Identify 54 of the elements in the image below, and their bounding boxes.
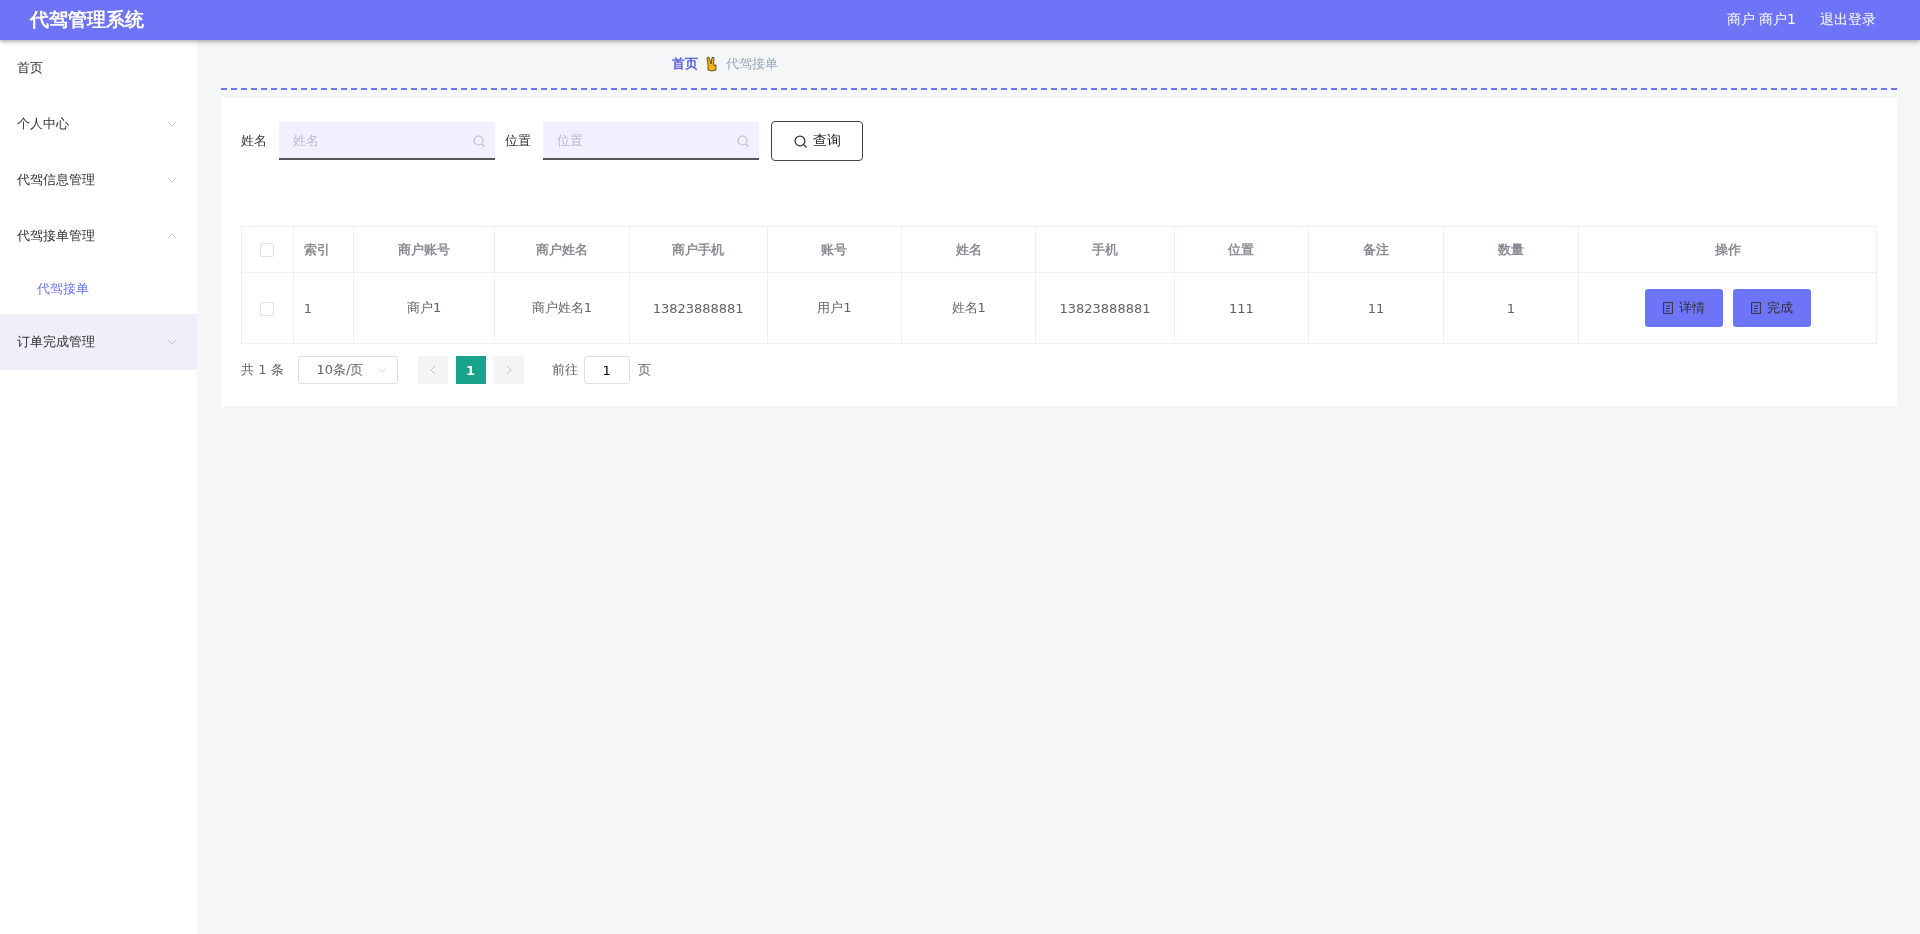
table-cell: 用户1 xyxy=(767,272,902,344)
table-cell: 姓名1 xyxy=(901,272,1036,344)
search-button[interactable]: 查询 xyxy=(771,121,863,161)
page-size-select[interactable]: 10条/页 xyxy=(297,356,398,384)
prev-page-button[interactable] xyxy=(417,356,448,384)
column-header: 商户姓名 xyxy=(494,226,630,273)
table-cell: 13823888881 xyxy=(629,272,768,344)
column-header: 备注 xyxy=(1308,226,1444,273)
page-suffix: 页 xyxy=(637,361,651,379)
table-cell: 11 xyxy=(1308,272,1444,344)
column-header: 位置 xyxy=(1174,226,1309,273)
table-cell: 111 xyxy=(1174,272,1309,344)
menu-item[interactable]: 代驾信息管理 xyxy=(0,152,197,208)
goto-label: 前往 xyxy=(551,361,578,379)
chevron-icon xyxy=(377,367,387,373)
action-button[interactable]: 详情 xyxy=(1644,289,1723,327)
hand-icon xyxy=(706,56,718,72)
user-name: 商户 商户1 xyxy=(1726,11,1796,29)
column-header: 手机 xyxy=(1035,226,1175,273)
column-header: 操作 xyxy=(1578,226,1877,273)
table-cell: 1 xyxy=(293,272,354,344)
search-icon xyxy=(473,135,485,147)
field-label: 位置 xyxy=(505,132,531,150)
chevron-left-icon xyxy=(429,365,436,375)
search-icon xyxy=(793,134,807,148)
table-cell: 13823888881 xyxy=(1035,272,1175,344)
document-icon xyxy=(1662,302,1673,314)
menu-item[interactable]: 个人中心 xyxy=(0,96,197,152)
chevron-right-icon xyxy=(505,365,512,375)
column-header: 姓名 xyxy=(901,226,1036,273)
menu-item[interactable]: 首页 xyxy=(0,40,197,96)
row-checkbox[interactable] xyxy=(260,301,275,316)
table-cell: 商户1 xyxy=(353,272,495,344)
action-button[interactable]: 完成 xyxy=(1732,289,1811,327)
document-icon xyxy=(1750,302,1761,314)
total-count: 共 1 条 xyxy=(241,361,284,379)
column-header: 账号 xyxy=(767,226,902,273)
field-label: 姓名 xyxy=(241,132,267,150)
table-cell: 1 xyxy=(1443,272,1579,344)
submenu-item[interactable]: 代驾接单 xyxy=(0,264,197,314)
column-header: 数量 xyxy=(1443,226,1579,273)
breadcrumb-link[interactable]: 首页 xyxy=(672,55,698,73)
search-icon xyxy=(737,135,749,147)
goto-page-input[interactable]: 1 xyxy=(583,356,630,384)
logout-link[interactable]: 退出登录 xyxy=(1820,11,1876,29)
app-title: 代驾管理系统 xyxy=(30,7,144,32)
menu-item[interactable]: 订单完成管理 xyxy=(0,314,197,370)
column-header: 索引 xyxy=(293,226,354,273)
table-cell: 商户姓名1 xyxy=(494,272,630,344)
select-all-checkbox[interactable] xyxy=(260,243,275,258)
menu-item[interactable]: 代驾接单管理 xyxy=(0,208,197,264)
next-page-button[interactable] xyxy=(493,356,524,384)
column-header: 商户手机 xyxy=(629,226,768,273)
column-header: 商户账号 xyxy=(353,226,495,273)
